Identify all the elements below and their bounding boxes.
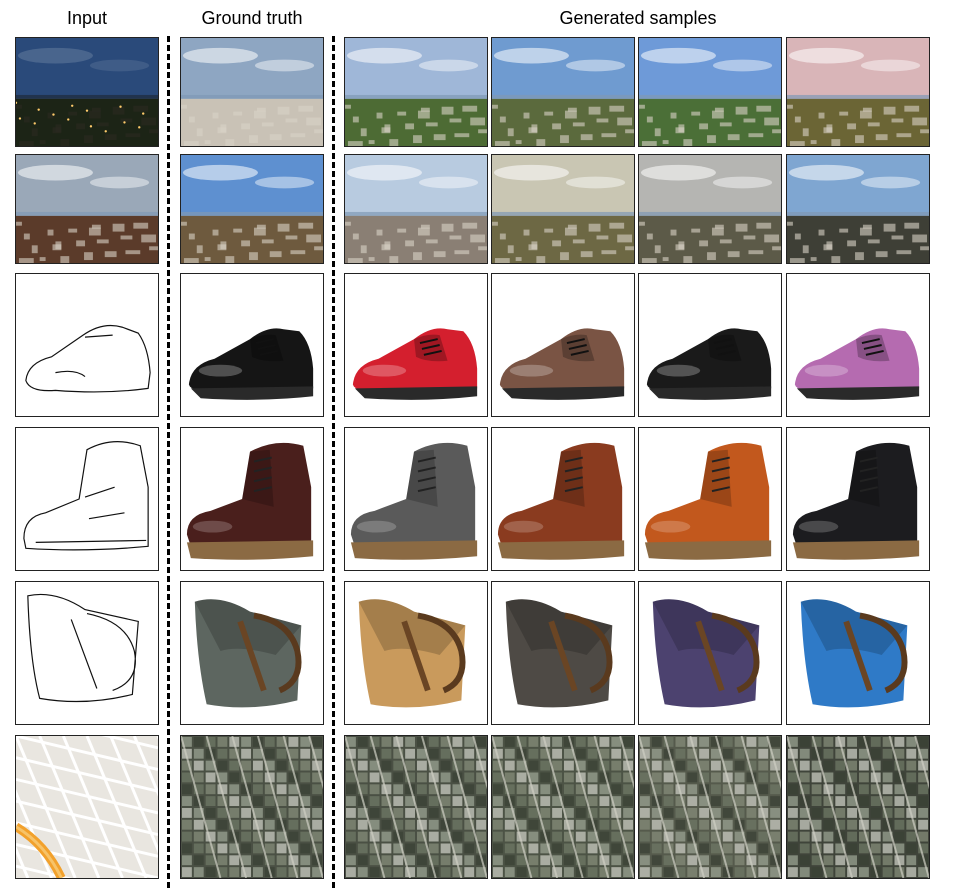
generated-sample-4-edges-to-handbags	[786, 581, 930, 725]
generated-sample-1-edges-to-shoes	[344, 273, 488, 417]
ground-truth-image-night-to-day-town	[180, 154, 324, 264]
dashed-separator-right	[332, 36, 335, 888]
generated-sample-4-night-to-day-town	[786, 154, 930, 264]
generated-sample-2-night-to-day-town	[491, 154, 635, 264]
input-image-map-to-aerial	[15, 735, 159, 879]
generated-sample-3-night-to-day-town	[638, 154, 782, 264]
generated-sample-1-night-to-day-town	[344, 154, 488, 264]
generated-sample-1-night-to-day-landscape	[344, 37, 488, 147]
input-image-edges-to-handbags	[15, 581, 159, 725]
dashed-separator-left	[167, 36, 170, 888]
generated-sample-3-edges-to-shoes	[638, 273, 782, 417]
ground-truth-image-map-to-aerial	[180, 735, 324, 879]
generated-sample-2-edges-to-handbags	[491, 581, 635, 725]
generated-sample-1-map-to-aerial	[344, 735, 488, 879]
ground-truth-image-edges-to-shoes	[180, 273, 324, 417]
generated-sample-4-map-to-aerial	[786, 735, 930, 879]
generated-sample-3-night-to-day-landscape	[638, 37, 782, 147]
generated-sample-2-night-to-day-landscape	[491, 37, 635, 147]
input-image-night-to-day-town	[15, 154, 159, 264]
generated-sample-3-edges-to-boots	[638, 427, 782, 571]
generated-sample-2-edges-to-boots	[491, 427, 635, 571]
generated-sample-4-night-to-day-landscape	[786, 37, 930, 147]
generated-sample-4-edges-to-shoes	[786, 273, 930, 417]
header-ground-truth: Ground truth	[201, 8, 303, 28]
ground-truth-image-edges-to-handbags	[180, 581, 324, 725]
header-generated-samples: Generated samples	[559, 8, 717, 28]
generated-sample-2-map-to-aerial	[491, 735, 635, 879]
header-input: Input	[66, 8, 108, 28]
generated-sample-1-edges-to-handbags	[344, 581, 488, 725]
input-image-edges-to-shoes	[15, 273, 159, 417]
generated-sample-1-edges-to-boots	[344, 427, 488, 571]
generated-sample-3-map-to-aerial	[638, 735, 782, 879]
ground-truth-image-night-to-day-landscape	[180, 37, 324, 147]
generated-sample-2-edges-to-shoes	[491, 273, 635, 417]
input-image-edges-to-boots	[15, 427, 159, 571]
input-image-night-to-day-landscape	[15, 37, 159, 147]
generated-sample-4-edges-to-boots	[786, 427, 930, 571]
ground-truth-image-edges-to-boots	[180, 427, 324, 571]
generated-sample-3-edges-to-handbags	[638, 581, 782, 725]
